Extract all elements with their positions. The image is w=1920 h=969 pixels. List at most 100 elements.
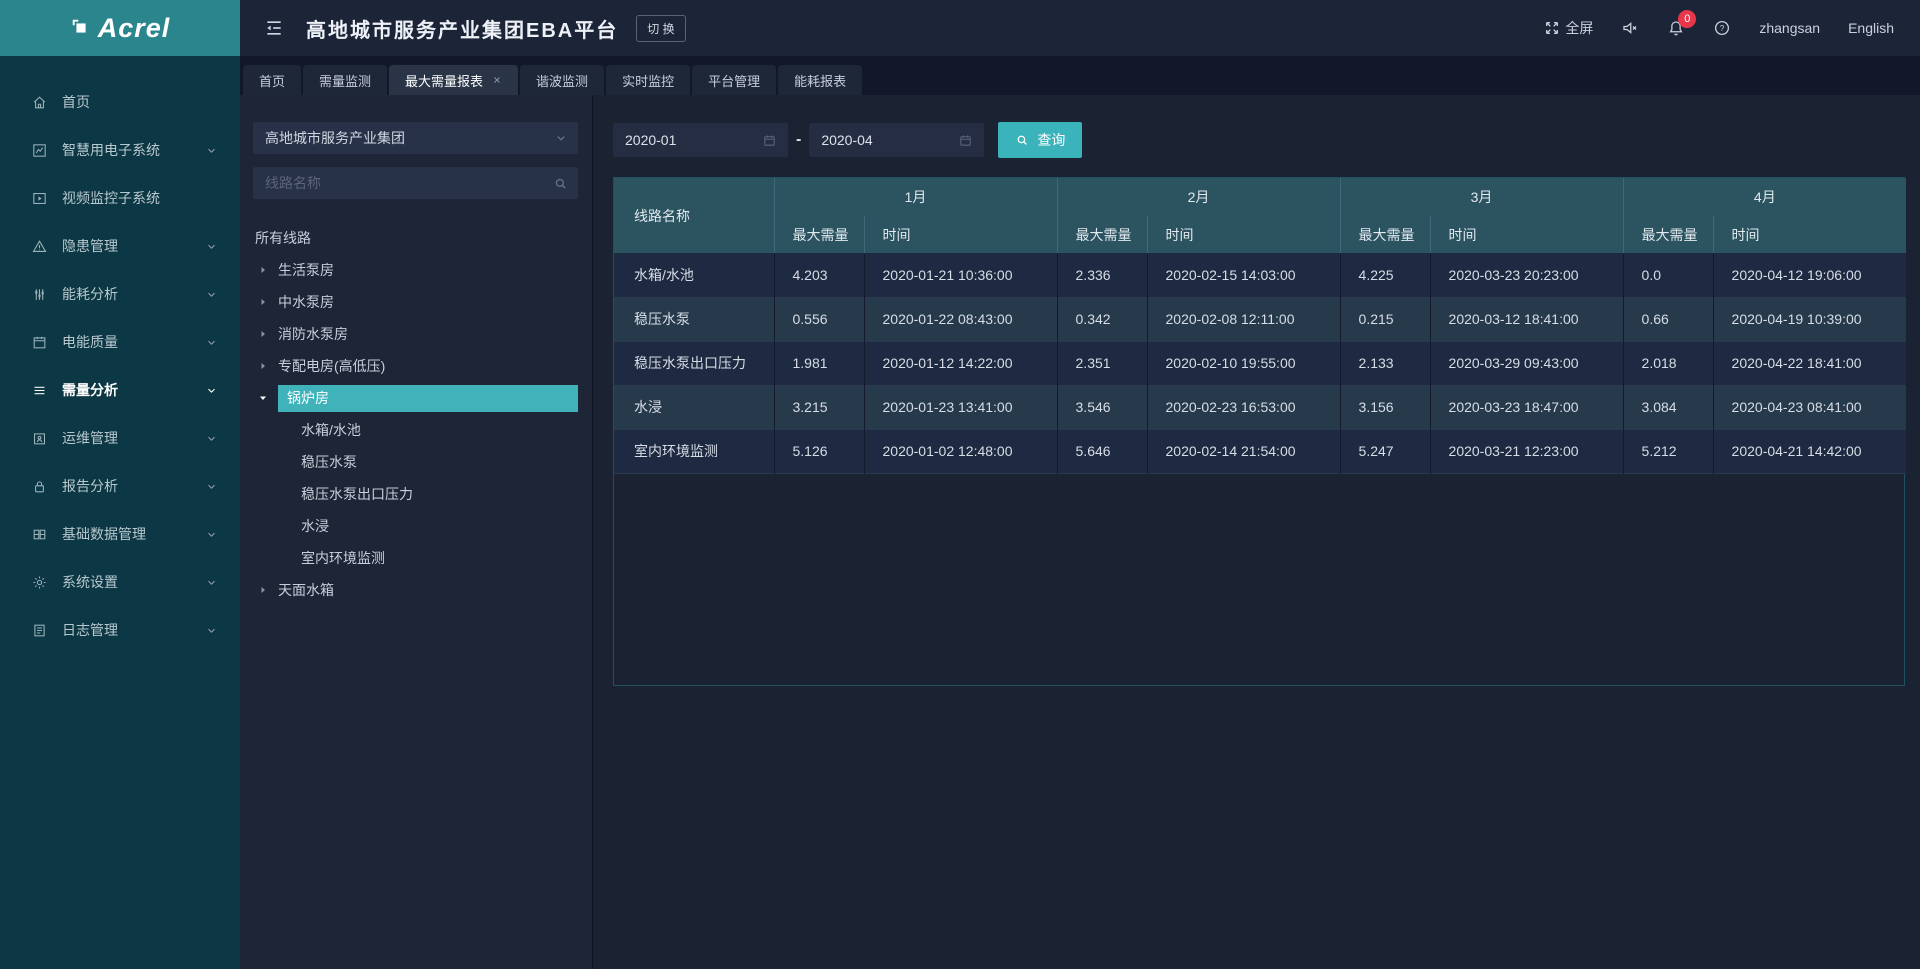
sidebar-item-lock[interactable]: 报告分析 [0,462,240,510]
caret-right-icon[interactable] [257,328,269,340]
date-from-input[interactable]: 2020-01 [613,123,788,157]
sidebar-item-label: 基础数据管理 [62,524,191,544]
chevron-down-icon [205,240,218,253]
mute-speaker-icon[interactable] [1621,19,1639,37]
sidebar-item-label: 需量分析 [62,380,191,400]
column-header-max-demand: 最大需量 [774,216,864,253]
column-header-line-name: 线路名称 [614,178,774,253]
tree-node[interactable]: 专配电房(高低压) [253,350,578,382]
cell-line-name: 稳压水泵出口压力 [614,341,774,385]
chevron-down-icon [205,336,218,349]
sidebar-item-chart[interactable]: 智慧用电子系统 [0,126,240,174]
sliders-icon [30,286,48,303]
close-icon[interactable] [492,75,502,85]
tree-node-label: 锅炉房 [278,385,578,412]
cell-max-demand: 5.126 [774,429,864,473]
cell-max-demand: 4.225 [1340,253,1430,297]
sidebar-item-log[interactable]: 日志管理 [0,606,240,654]
notification-bell[interactable]: 0 [1667,19,1685,37]
caret-right-icon[interactable] [257,264,269,276]
logo-text: Acrel [98,13,171,44]
search-icon[interactable] [553,176,568,191]
language-switch[interactable]: English [1848,20,1894,36]
caret-right-icon[interactable] [257,360,269,372]
sidebar-item-calendar[interactable]: 电能质量 [0,318,240,366]
cell-time: 2020-04-12 19:06:00 [1713,253,1906,297]
help-icon[interactable]: ? [1713,19,1731,37]
tab-label: 最大需量报表 [405,71,483,90]
sidebar-item-database[interactable]: 基础数据管理 [0,510,240,558]
cell-time: 2020-02-10 19:55:00 [1147,341,1340,385]
tab-3[interactable]: 谐波监测 [520,65,604,95]
app-shell: 首页智慧用电子系统视频监控子系统隐患管理能耗分析电能质量需量分析运维管理报告分析… [0,56,1920,969]
calendar-icon [762,133,777,148]
sidebar-item-sliders[interactable]: 能耗分析 [0,270,240,318]
column-header-time: 时间 [1430,216,1623,253]
caret-right-icon[interactable] [257,296,269,308]
tree-root-label: 所有线路 [255,228,311,248]
sidebar-item-warning[interactable]: 隐患管理 [0,222,240,270]
tree-child-node[interactable]: 室内环境监测 [253,542,578,574]
cell-max-demand: 2.336 [1057,253,1147,297]
sidebar-item-home[interactable]: 首页 [0,78,240,126]
query-toolbar: 2020-01 - 2020-04 [613,122,1905,158]
organization-select[interactable]: 高地城市服务产业集团 [253,122,578,154]
fullscreen-button[interactable]: 全屏 [1544,18,1593,38]
tree-child-node[interactable]: 水浸 [253,510,578,542]
tab-4[interactable]: 实时监控 [606,65,690,95]
tree-node[interactable]: 锅炉房 [253,382,578,414]
tab-label: 谐波监测 [536,71,588,90]
column-header-month: 1月 [774,178,1057,216]
caret-right-icon[interactable] [257,584,269,596]
tab-max-demand-report[interactable]: 最大需量报表 [389,65,518,95]
date-range-separator: - [796,131,801,149]
list-icon [30,382,48,399]
cell-max-demand: 5.247 [1340,429,1430,473]
query-button[interactable]: 查询 [998,122,1082,158]
sidebar-item-video[interactable]: 视频监控子系统 [0,174,240,222]
caret-down-icon[interactable] [257,392,269,404]
tab-label: 平台管理 [708,71,760,90]
sidebar-item-ops[interactable]: 运维管理 [0,414,240,462]
sidebar-item-list[interactable]: 需量分析 [0,366,240,414]
tab-5[interactable]: 平台管理 [692,65,776,95]
tree-child-node[interactable]: 稳压水泵出口压力 [253,478,578,510]
username[interactable]: zhangsan [1759,20,1820,36]
max-demand-report-table: 线路名称1月2月3月4月最大需量时间最大需量时间最大需量时间最大需量时间水箱/水… [614,178,1906,474]
cell-max-demand: 3.546 [1057,385,1147,429]
menu-collapse-icon[interactable] [264,18,284,38]
tree-node[interactable]: 天面水箱 [253,574,578,606]
tree-child-node[interactable]: 水箱/水池 [253,414,578,446]
tree-root-all-lines[interactable]: 所有线路 [253,222,578,254]
date-to-value: 2020-04 [821,132,872,148]
tab-6[interactable]: 能耗报表 [778,65,862,95]
column-header-time: 时间 [1147,216,1340,253]
cell-time: 2020-03-21 12:23:00 [1430,429,1623,473]
gear-icon [30,574,48,591]
date-from-value: 2020-01 [625,132,676,148]
tree-node[interactable]: 中水泵房 [253,286,578,318]
sidebar-item-gear[interactable]: 系统设置 [0,558,240,606]
tab-1[interactable]: 需量监测 [303,65,387,95]
cell-line-name: 室内环境监测 [614,429,774,473]
line-search [253,167,578,199]
notification-badge: 0 [1678,10,1696,28]
tree-child-node[interactable]: 稳压水泵 [253,446,578,478]
cell-max-demand: 0.215 [1340,297,1430,341]
tree-node[interactable]: 生活泵房 [253,254,578,286]
cell-max-demand: 5.212 [1623,429,1713,473]
sidebar-item-label: 首页 [62,92,218,112]
switch-button[interactable]: 切 换 [636,15,685,42]
calendar-icon [30,334,48,351]
column-header-max-demand: 最大需量 [1057,216,1147,253]
sidebar-item-label: 视频监控子系统 [62,188,218,208]
tree-node-label: 消防水泵房 [278,324,348,344]
cell-time: 2020-04-23 08:41:00 [1713,385,1906,429]
line-search-input[interactable] [265,175,553,191]
logo: Acrel [0,0,240,56]
line-tree: 所有线路生活泵房中水泵房消防水泵房专配电房(高低压) 锅炉房水箱/水池稳压水泵稳压… [253,222,578,606]
tab-0[interactable]: 首页 [243,65,301,95]
sidebar-item-label: 隐患管理 [62,236,191,256]
tree-node[interactable]: 消防水泵房 [253,318,578,350]
date-to-input[interactable]: 2020-04 [809,123,984,157]
